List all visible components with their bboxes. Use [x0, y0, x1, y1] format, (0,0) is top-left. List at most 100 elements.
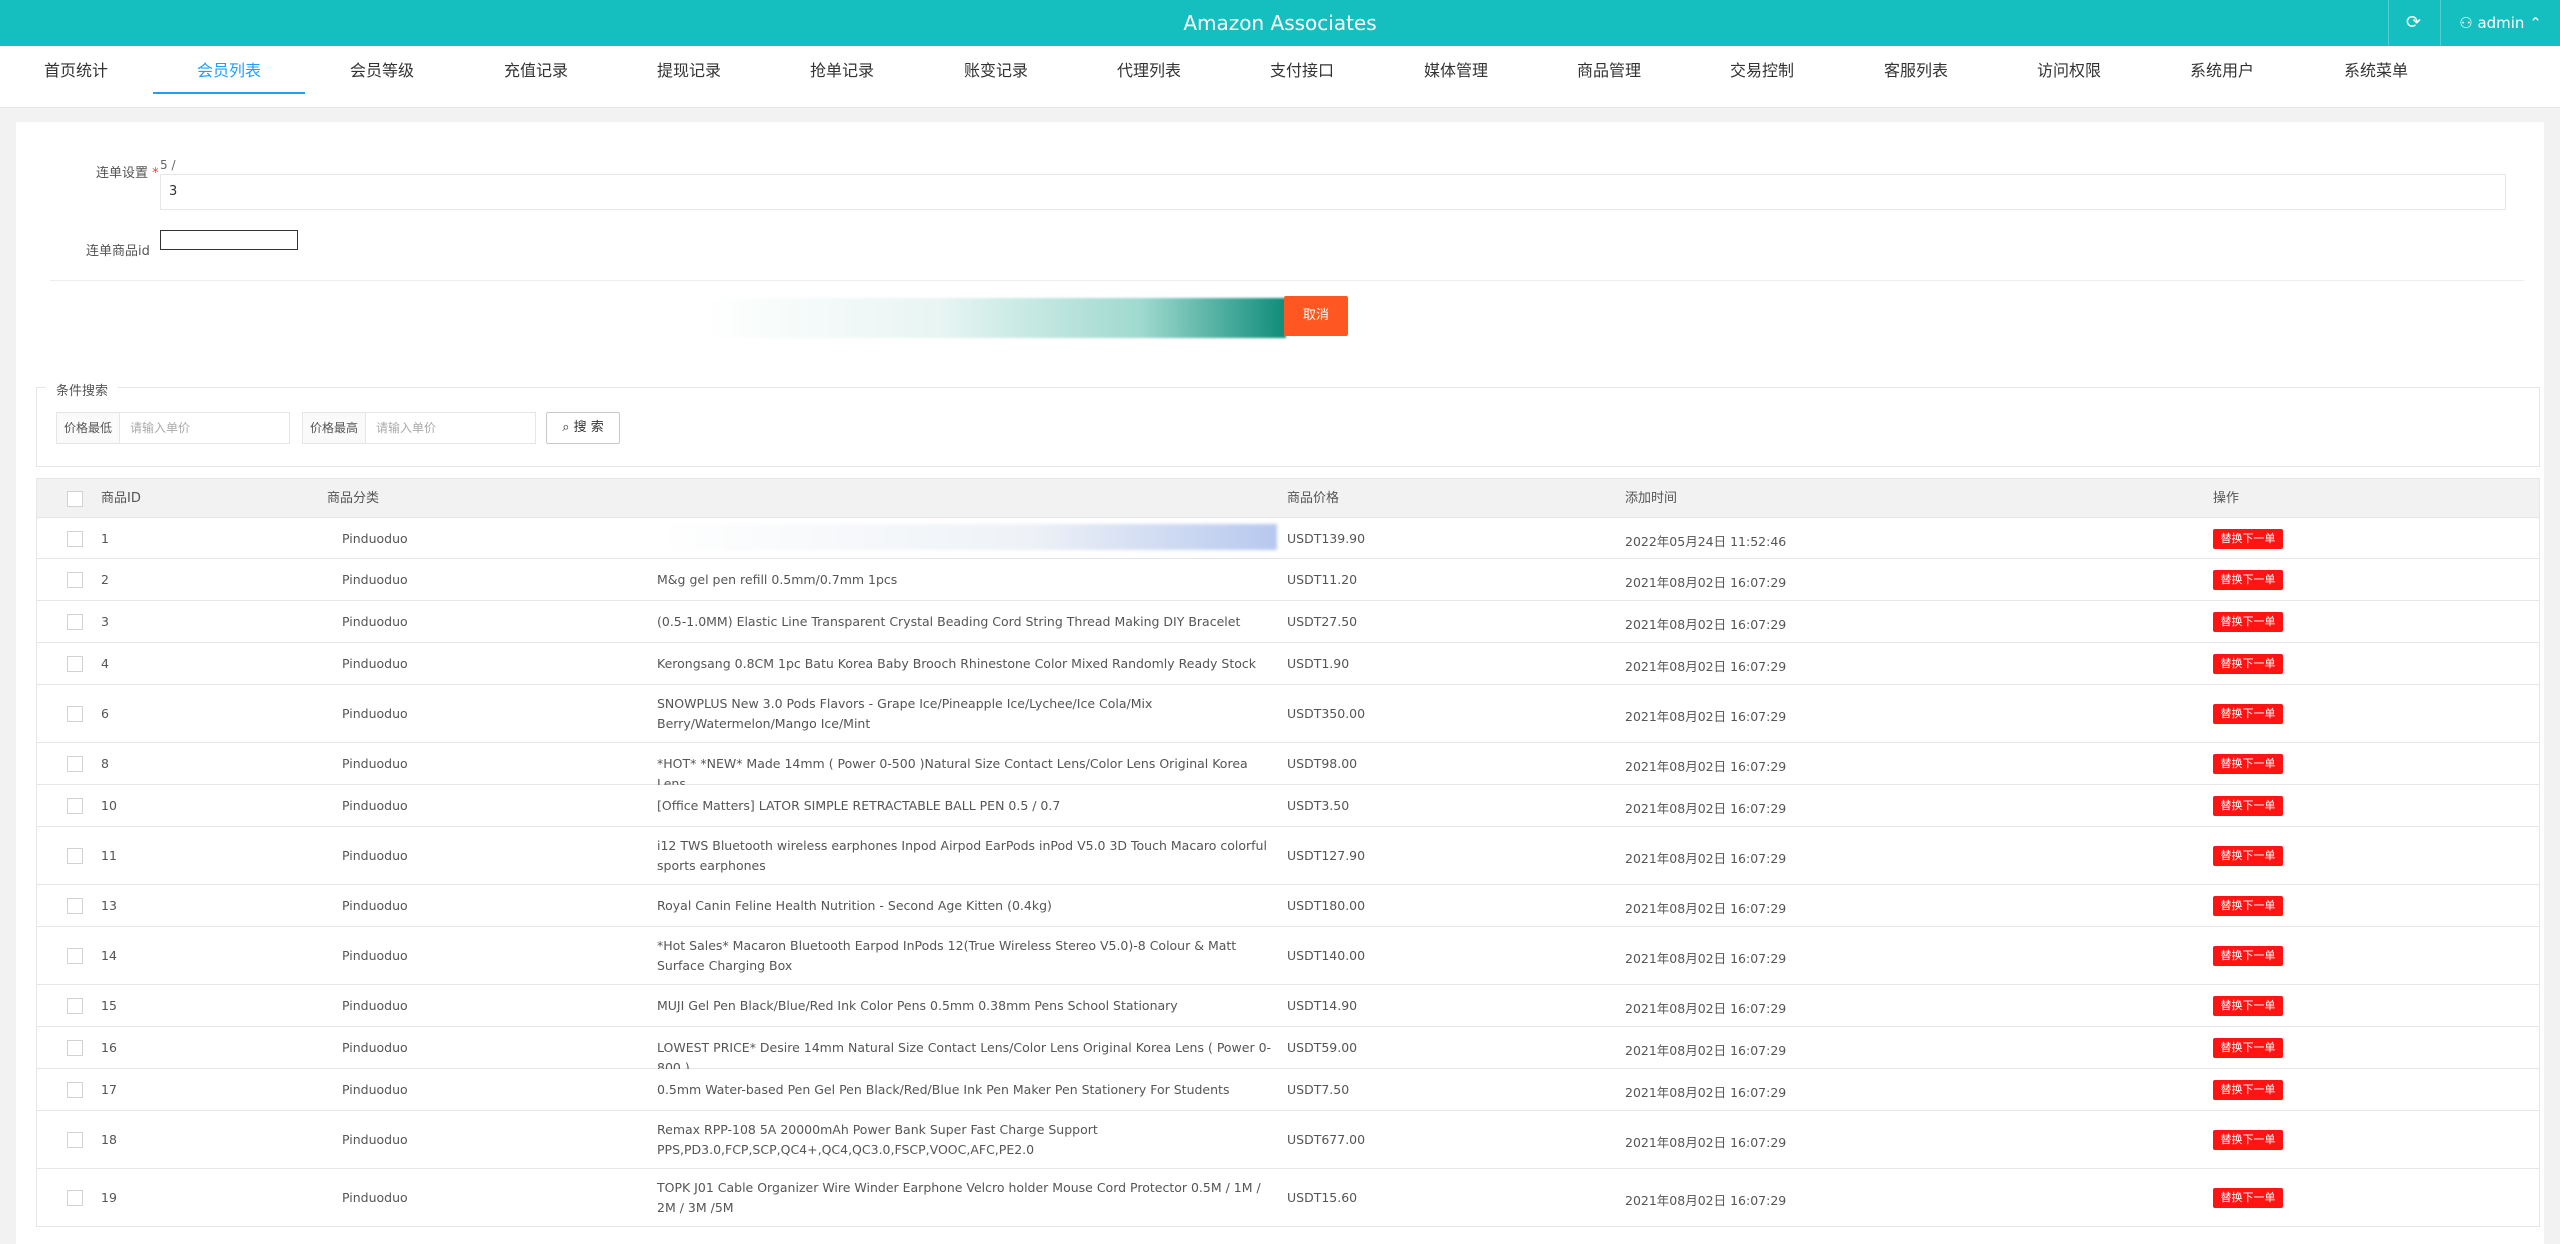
user-name: admin — [2477, 14, 2525, 32]
tab-access-permissions[interactable]: 访问权限 — [1993, 46, 2145, 94]
app-title: Amazon Associates — [1183, 11, 1377, 35]
replace-next-order-button[interactable]: 替换下一单 — [2213, 946, 2283, 966]
replace-next-order-button[interactable]: 替换下一单 — [2213, 896, 2283, 916]
row-checkbox[interactable] — [67, 1040, 83, 1056]
replace-next-order-button[interactable]: 替换下一单 — [2213, 1038, 2283, 1058]
table-row: 15 Pinduoduo MUJI Gel Pen Black/Blue/Red I… — [36, 985, 2540, 1027]
tab-system-menu[interactable]: 系统菜单 — [2300, 46, 2452, 94]
tab-product-management[interactable]: 商品管理 — [1533, 46, 1685, 94]
cell-added-time: 2021年08月02日 16:07:29 — [1625, 759, 1787, 774]
cell-price: USDT350.00 — [1287, 706, 1366, 721]
row-checkbox[interactable] — [67, 1190, 83, 1206]
cell-product-id: 1 — [101, 530, 109, 546]
cancel-button[interactable]: 取消 — [1284, 296, 1348, 336]
top-bar: Amazon Associates ⟳ ⚇ admin ⌃ — [0, 0, 2560, 46]
replace-next-order-button[interactable]: 替换下一单 — [2213, 1130, 2283, 1150]
tab-dashboard[interactable]: 首页统计 — [0, 46, 152, 94]
row-checkbox[interactable] — [67, 798, 83, 814]
cell-added-time: 2021年08月02日 16:07:29 — [1625, 1001, 1787, 1016]
cell-product-name: SNOWPLUS New 3.0 Pods Flavors - Grape Ic… — [657, 696, 1153, 731]
cell-product-name: MUJI Gel Pen Black/Blue/Red Ink Color Pe… — [657, 998, 1178, 1013]
cell-product-id: 8 — [101, 756, 109, 771]
tab-agent-list[interactable]: 代理列表 — [1073, 46, 1225, 94]
cell-product-name: M&g gel pen refill 0.5mm/0.7mm 1pcs — [657, 572, 898, 587]
cell-price: USDT15.60 — [1287, 1190, 1358, 1205]
cell-product-id: 16 — [101, 1040, 117, 1055]
row-checkbox[interactable] — [67, 998, 83, 1014]
row-checkbox[interactable] — [67, 756, 83, 772]
cell-price: USDT1.90 — [1287, 656, 1350, 671]
cell-product-id: 15 — [101, 998, 117, 1013]
combo-product-id-input[interactable] — [160, 230, 298, 250]
cell-category: Pinduoduo — [342, 998, 408, 1013]
replace-next-order-button[interactable]: 替换下一单 — [2213, 612, 2283, 632]
replace-next-order-button[interactable]: 替换下一单 — [2213, 846, 2283, 866]
replace-next-order-button[interactable]: 替换下一单 — [2213, 1080, 2283, 1100]
cell-category: Pinduoduo — [342, 948, 408, 963]
replace-next-order-button[interactable]: 替换下一单 — [2213, 528, 2283, 549]
cell-added-time: 2021年08月02日 16:07:29 — [1625, 1135, 1787, 1150]
tab-support-list[interactable]: 客服列表 — [1840, 46, 1992, 94]
combo-setting-label: 连单设置 * — [96, 166, 159, 181]
header-product-id: 商品ID — [101, 491, 141, 506]
max-price-input[interactable]: 请输入单价 — [366, 412, 536, 444]
cell-price: USDT11.20 — [1287, 572, 1358, 587]
row-checkbox[interactable] — [67, 898, 83, 914]
row-checkbox[interactable] — [67, 848, 83, 864]
replace-next-order-button[interactable]: 替换下一单 — [2213, 704, 2283, 724]
replace-next-order-button[interactable]: 替换下一单 — [2213, 1188, 2283, 1208]
min-price-input[interactable]: 请输入单价 — [120, 412, 290, 444]
submit-button-obscured[interactable] — [706, 298, 1286, 338]
row-checkbox[interactable] — [67, 614, 83, 630]
cell-product-id: 19 — [101, 1190, 117, 1205]
cell-product-id: 18 — [101, 1132, 117, 1147]
tab-balance-records[interactable]: 账变记录 — [920, 46, 1072, 94]
combo-setting-input[interactable]: 3 — [160, 174, 2506, 210]
replace-next-order-button[interactable]: 替换下一单 — [2213, 796, 2283, 816]
cell-product-id: 3 — [101, 614, 109, 629]
row-checkbox[interactable] — [67, 656, 83, 672]
main-nav: 首页统计 会员列表 会员等级 充值记录 提现记录 抢单记录 账变记录 代理列表 … — [0, 46, 2560, 108]
tab-withdraw-records[interactable]: 提现记录 — [613, 46, 765, 94]
tab-order-records[interactable]: 抢单记录 — [766, 46, 918, 94]
tab-system-users[interactable]: 系统用户 — [2146, 46, 2298, 94]
tab-trade-control[interactable]: 交易控制 — [1686, 46, 1838, 94]
row-checkbox[interactable] — [67, 572, 83, 588]
cell-product-id: 4 — [101, 656, 109, 671]
cell-added-time: 2021年08月02日 16:07:29 — [1625, 617, 1787, 632]
tab-recharge-records[interactable]: 充值记录 — [460, 46, 612, 94]
cell-price: USDT7.50 — [1287, 1082, 1350, 1097]
replace-next-order-button[interactable]: 替换下一单 — [2213, 996, 2283, 1016]
user-menu[interactable]: ⚇ admin ⌃ — [2440, 0, 2560, 46]
cell-product-name: Royal Canin Feline Health Nutrition - Se… — [657, 898, 1052, 913]
chevron-up-icon: ⌃ — [2529, 14, 2542, 32]
max-price-label: 价格最高 — [302, 412, 366, 444]
row-checkbox[interactable] — [67, 948, 83, 964]
table-header: 商品ID 商品分类 商品价格 添加时间 操作 — [36, 478, 2540, 518]
refresh-icon[interactable]: ⟳ — [2388, 0, 2438, 46]
search-button[interactable]: ⌕ 搜 索 — [546, 412, 620, 444]
cell-product-name: TOPK J01 Cable Organizer Wire Winder Ear… — [657, 1180, 1261, 1215]
tab-media-management[interactable]: 媒体管理 — [1380, 46, 1532, 94]
cell-added-time: 2021年08月02日 16:07:29 — [1625, 575, 1787, 590]
cell-category: Pinduoduo — [342, 656, 408, 671]
replace-next-order-button[interactable]: 替换下一单 — [2213, 654, 2283, 674]
header-category: 商品分类 — [327, 491, 380, 506]
cell-category: Pinduoduo — [342, 1190, 408, 1205]
header-actions: 操作 — [2213, 491, 2240, 506]
tab-payment-interface[interactable]: 支付接口 — [1226, 46, 1378, 94]
row-checkbox[interactable] — [67, 1132, 83, 1148]
row-checkbox[interactable] — [67, 1082, 83, 1098]
replace-next-order-button[interactable]: 替换下一单 — [2213, 754, 2283, 774]
min-price-label: 价格最低 — [56, 412, 120, 444]
replace-next-order-button[interactable]: 替换下一单 — [2213, 570, 2283, 590]
cell-product-name: *Hot Sales* Macaron Bluetooth Earpod InP… — [657, 938, 1237, 973]
tab-member-list[interactable]: 会员列表 — [153, 46, 305, 94]
cell-product-name: [Office Matters] LATOR SIMPLE RETRACTABL… — [657, 798, 1061, 813]
select-all-checkbox[interactable] — [67, 491, 83, 507]
row-checkbox[interactable] — [67, 530, 83, 547]
tab-member-level[interactable]: 会员等级 — [306, 46, 458, 94]
combo-product-id-label: 连单商品id — [86, 244, 150, 259]
row-checkbox[interactable] — [67, 706, 83, 722]
cell-category: Pinduoduo — [342, 706, 408, 721]
